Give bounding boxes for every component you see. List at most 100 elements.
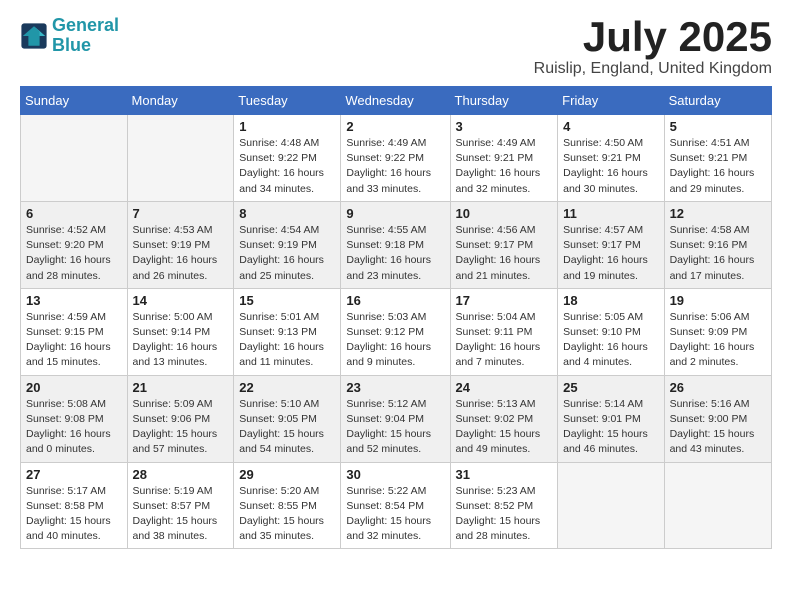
day-detail: Sunrise: 4:49 AM Sunset: 9:21 PM Dayligh… <box>456 136 553 197</box>
logo: General Blue <box>20 16 119 56</box>
title-area: July 2025 Ruislip, England, United Kingd… <box>534 16 772 78</box>
day-number: 15 <box>239 293 335 308</box>
day-detail: Sunrise: 4:51 AM Sunset: 9:21 PM Dayligh… <box>670 136 766 197</box>
logo-text-line1: General <box>52 16 119 36</box>
calendar-cell: 26Sunrise: 5:16 AM Sunset: 9:00 PM Dayli… <box>664 375 771 462</box>
day-detail: Sunrise: 4:57 AM Sunset: 9:17 PM Dayligh… <box>563 223 658 284</box>
calendar-cell: 17 Sunrise: 5:04 AM Sunset: 9:11 PM Dayli… <box>450 288 558 375</box>
day-number: 14 <box>133 293 229 308</box>
day-number: 12 <box>670 206 766 221</box>
day-number: 1 <box>239 119 335 134</box>
calendar-cell: 8 Sunrise: 4:54 AM Sunset: 9:19 PM Daylig… <box>234 201 341 288</box>
calendar-cell: 2Sunrise: 4:49 AM Sunset: 9:22 PM Daylig… <box>341 115 450 202</box>
month-title: July 2025 <box>534 16 772 58</box>
calendar-cell: 22Sunrise: 5:10 AM Sunset: 9:05 PM Dayli… <box>234 375 341 462</box>
day-detail: Sunrise: 5:17 AM Sunset: 8:58 PM Dayligh… <box>26 484 122 545</box>
day-number: 4 <box>563 119 658 134</box>
calendar-cell: 10 Sunrise: 4:56 AM Sunset: 9:17 PM Dayli… <box>450 201 558 288</box>
day-number: 25 <box>563 380 658 395</box>
header-tuesday: Tuesday <box>234 87 341 115</box>
calendar-cell: 27 Sunrise: 5:17 AM Sunset: 8:58 PM Dayli… <box>21 462 128 549</box>
day-detail: Sunrise: 5:04 AM Sunset: 9:11 PM Dayligh… <box>456 310 553 371</box>
day-number: 13 <box>26 293 122 308</box>
calendar-cell: 11Sunrise: 4:57 AM Sunset: 9:17 PM Dayli… <box>558 201 664 288</box>
day-number: 18 <box>563 293 658 308</box>
calendar-cell: 6 Sunrise: 4:52 AM Sunset: 9:20 PM Daylig… <box>21 201 128 288</box>
day-number: 19 <box>670 293 766 308</box>
day-number: 9 <box>346 206 444 221</box>
header-monday: Monday <box>127 87 234 115</box>
header-sunday: Sunday <box>21 87 128 115</box>
calendar-week-2: 6 Sunrise: 4:52 AM Sunset: 9:20 PM Daylig… <box>21 201 772 288</box>
day-detail: Sunrise: 5:09 AM Sunset: 9:06 PM Dayligh… <box>133 397 229 458</box>
day-detail: Sunrise: 4:59 AM Sunset: 9:15 PM Dayligh… <box>26 310 122 371</box>
day-detail: Sunrise: 4:49 AM Sunset: 9:22 PM Dayligh… <box>346 136 444 197</box>
day-detail: Sunrise: 5:19 AM Sunset: 8:57 PM Dayligh… <box>133 484 229 545</box>
day-detail: Sunrise: 5:00 AM Sunset: 9:14 PM Dayligh… <box>133 310 229 371</box>
day-detail: Sunrise: 5:23 AM Sunset: 8:52 PM Dayligh… <box>456 484 553 545</box>
day-detail: Sunrise: 4:54 AM Sunset: 9:19 PM Dayligh… <box>239 223 335 284</box>
day-detail: Sunrise: 4:56 AM Sunset: 9:17 PM Dayligh… <box>456 223 553 284</box>
calendar-cell: 15 Sunrise: 5:01 AM Sunset: 9:13 PM Dayli… <box>234 288 341 375</box>
calendar-cell <box>558 462 664 549</box>
calendar-week-4: 20Sunrise: 5:08 AM Sunset: 9:08 PM Dayli… <box>21 375 772 462</box>
day-detail: Sunrise: 4:48 AM Sunset: 9:22 PM Dayligh… <box>239 136 335 197</box>
calendar-cell: 16 Sunrise: 5:03 AM Sunset: 9:12 PM Dayli… <box>341 288 450 375</box>
day-number: 22 <box>239 380 335 395</box>
calendar-cell: 29 Sunrise: 5:20 AM Sunset: 8:55 PM Dayli… <box>234 462 341 549</box>
day-number: 28 <box>133 467 229 482</box>
day-detail: Sunrise: 5:16 AM Sunset: 9:00 PM Dayligh… <box>670 397 766 458</box>
day-detail: Sunrise: 4:52 AM Sunset: 9:20 PM Dayligh… <box>26 223 122 284</box>
calendar-cell: 13 Sunrise: 4:59 AM Sunset: 9:15 PM Dayli… <box>21 288 128 375</box>
header: General Blue July 2025 Ruislip, England,… <box>20 16 772 78</box>
calendar-cell: 9 Sunrise: 4:55 AM Sunset: 9:18 PM Daylig… <box>341 201 450 288</box>
calendar-week-3: 13 Sunrise: 4:59 AM Sunset: 9:15 PM Dayli… <box>21 288 772 375</box>
calendar-cell: 20Sunrise: 5:08 AM Sunset: 9:08 PM Dayli… <box>21 375 128 462</box>
day-number: 27 <box>26 467 122 482</box>
logo-text-line2: Blue <box>52 36 119 56</box>
day-number: 31 <box>456 467 553 482</box>
day-detail: Sunrise: 4:55 AM Sunset: 9:18 PM Dayligh… <box>346 223 444 284</box>
day-number: 3 <box>456 119 553 134</box>
header-thursday: Thursday <box>450 87 558 115</box>
calendar-cell <box>664 462 771 549</box>
day-number: 30 <box>346 467 444 482</box>
day-number: 29 <box>239 467 335 482</box>
calendar-cell: 7 Sunrise: 4:53 AM Sunset: 9:19 PM Daylig… <box>127 201 234 288</box>
day-number: 10 <box>456 206 553 221</box>
day-number: 20 <box>26 380 122 395</box>
day-number: 23 <box>346 380 444 395</box>
day-detail: Sunrise: 4:53 AM Sunset: 9:19 PM Dayligh… <box>133 223 229 284</box>
day-detail: Sunrise: 4:58 AM Sunset: 9:16 PM Dayligh… <box>670 223 766 284</box>
calendar-cell: 25Sunrise: 5:14 AM Sunset: 9:01 PM Dayli… <box>558 375 664 462</box>
day-number: 6 <box>26 206 122 221</box>
calendar-cell: 1 Sunrise: 4:48 AM Sunset: 9:22 PM Daylig… <box>234 115 341 202</box>
calendar-week-5: 27 Sunrise: 5:17 AM Sunset: 8:58 PM Dayli… <box>21 462 772 549</box>
calendar-cell: 12 Sunrise: 4:58 AM Sunset: 9:16 PM Dayli… <box>664 201 771 288</box>
day-detail: Sunrise: 5:01 AM Sunset: 9:13 PM Dayligh… <box>239 310 335 371</box>
day-detail: Sunrise: 5:12 AM Sunset: 9:04 PM Dayligh… <box>346 397 444 458</box>
day-number: 21 <box>133 380 229 395</box>
header-friday: Friday <box>558 87 664 115</box>
calendar-cell <box>21 115 128 202</box>
day-number: 8 <box>239 206 335 221</box>
day-detail: Sunrise: 5:03 AM Sunset: 9:12 PM Dayligh… <box>346 310 444 371</box>
calendar-cell: 5 Sunrise: 4:51 AM Sunset: 9:21 PM Daylig… <box>664 115 771 202</box>
day-number: 17 <box>456 293 553 308</box>
calendar: Sunday Monday Tuesday Wednesday Thursday… <box>20 86 772 549</box>
location-title: Ruislip, England, United Kingdom <box>534 60 772 78</box>
calendar-cell: 28 Sunrise: 5:19 AM Sunset: 8:57 PM Dayli… <box>127 462 234 549</box>
calendar-cell <box>127 115 234 202</box>
header-wednesday: Wednesday <box>341 87 450 115</box>
day-detail: Sunrise: 5:06 AM Sunset: 9:09 PM Dayligh… <box>670 310 766 371</box>
calendar-cell: 31 Sunrise: 5:23 AM Sunset: 8:52 PM Dayli… <box>450 462 558 549</box>
calendar-header-row: Sunday Monday Tuesday Wednesday Thursday… <box>21 87 772 115</box>
day-number: 5 <box>670 119 766 134</box>
day-detail: Sunrise: 5:20 AM Sunset: 8:55 PM Dayligh… <box>239 484 335 545</box>
day-detail: Sunrise: 5:05 AM Sunset: 9:10 PM Dayligh… <box>563 310 658 371</box>
day-number: 7 <box>133 206 229 221</box>
day-number: 16 <box>346 293 444 308</box>
calendar-cell: 14 Sunrise: 5:00 AM Sunset: 9:14 PM Dayli… <box>127 288 234 375</box>
calendar-cell: 21 Sunrise: 5:09 AM Sunset: 9:06 PM Dayli… <box>127 375 234 462</box>
calendar-cell: 4Sunrise: 4:50 AM Sunset: 9:21 PM Daylig… <box>558 115 664 202</box>
